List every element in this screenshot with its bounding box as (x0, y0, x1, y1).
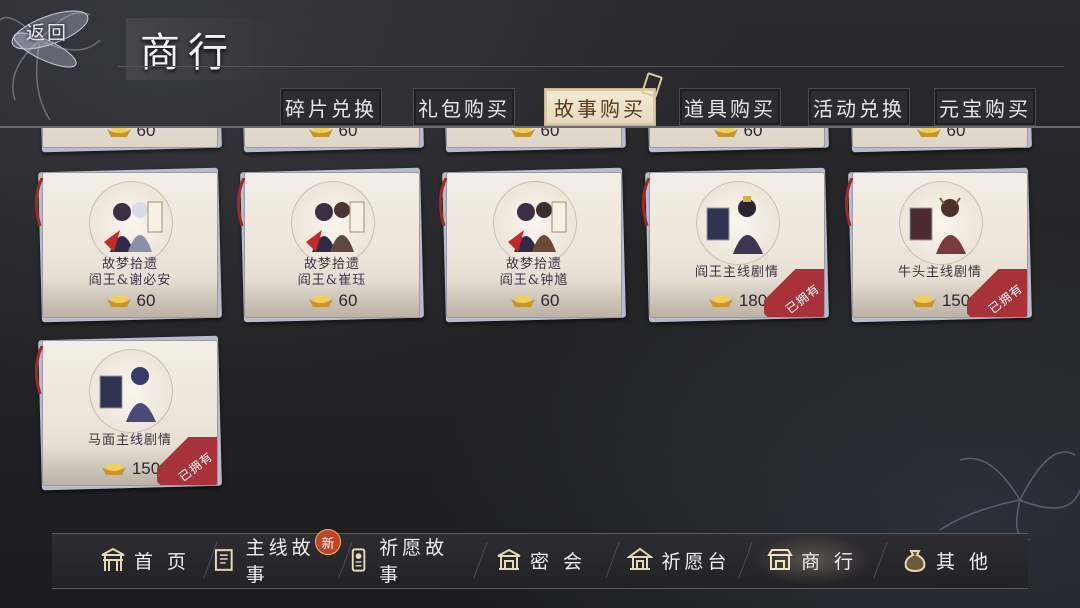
ribbon-icon (439, 178, 448, 226)
tab-gift-pack[interactable]: 礼包购买 (413, 88, 515, 126)
shrine-icon (627, 547, 654, 570)
pavilion-icon (497, 548, 521, 570)
talisman-icon (351, 548, 366, 572)
back-button[interactable]: 返回 (0, 0, 112, 96)
gold-ingot-icon (101, 463, 126, 475)
product-card-partial[interactable]: 60 (240, 128, 424, 153)
ribbon-icon (642, 178, 651, 226)
owned-badge: 已拥有 (967, 269, 1027, 317)
pouch-icon (904, 550, 926, 573)
shop-icon (767, 549, 793, 570)
tab-story-purchase[interactable]: 故事购买 (544, 88, 656, 126)
ribbon-icon (35, 346, 44, 394)
gold-ingot-icon (911, 295, 936, 307)
nav-home[interactable]: 首 页 (90, 535, 200, 585)
price-value: 60 (338, 128, 358, 140)
character-book-icon (909, 197, 966, 254)
product-card-yanwang-xiebian[interactable]: 故梦拾遗 阎王&谢必安 60 (35, 167, 222, 323)
item-title: 故梦拾遗 (101, 257, 158, 272)
price-value: 60 (136, 128, 156, 140)
page-title: 商行 (140, 30, 236, 76)
product-card-partial[interactable]: 60 (848, 128, 1032, 153)
gold-ingot-icon (510, 295, 535, 307)
header-divider (118, 66, 1064, 67)
new-badge: 新 (315, 529, 341, 555)
ribbon-icon (35, 178, 44, 226)
back-label: 返回 (26, 22, 69, 44)
gold-ingot-icon (713, 128, 738, 137)
ribbon-icon (237, 178, 246, 226)
tab-item-purchase[interactable]: 道具购买 (679, 88, 781, 126)
product-card-yanwang-main-story[interactable]: 阎王主线剧情 180 已拥有 (642, 167, 829, 323)
gold-ingot-icon (106, 128, 131, 137)
price-value: 60 (946, 128, 966, 140)
gold-ingot-icon (510, 128, 535, 137)
price-value: 60 (136, 291, 156, 310)
product-card-partial[interactable]: 60 (442, 128, 626, 153)
lily-icon (11, 10, 89, 68)
product-card-partial[interactable]: 60 (38, 128, 222, 153)
ribbon-icon (845, 178, 854, 226)
book-icon (214, 549, 233, 571)
price-value: 60 (338, 291, 358, 310)
item-subtitle: 阎王&崔珏 (297, 273, 367, 288)
owned-badge: 已拥有 (157, 437, 217, 485)
character-duo-icon (104, 201, 163, 252)
character-duo-icon (508, 201, 567, 252)
gold-ingot-icon (106, 295, 131, 307)
price-value: 150 (941, 291, 971, 310)
price-value: 60 (540, 128, 560, 140)
nav-wish-story[interactable]: 祈愿故事 (346, 535, 468, 586)
product-card-partial[interactable]: 60 (645, 128, 829, 153)
item-title: 故梦拾遗 (303, 257, 360, 272)
character-book-icon (706, 196, 763, 254)
character-portrait (696, 181, 780, 265)
nav-shop[interactable]: 商 行 (752, 535, 872, 585)
gold-ingot-icon (916, 128, 941, 137)
nav-secret-meeting[interactable]: 密 会 (486, 535, 596, 585)
gold-ingot-icon (308, 128, 333, 137)
product-card-niutou-main-story[interactable]: 牛头主线剧情 150 已拥有 (845, 167, 1032, 323)
character-duo-icon (306, 201, 365, 252)
character-book-icon (99, 367, 156, 422)
gate-icon (101, 547, 125, 571)
gold-ingot-icon (308, 295, 333, 307)
character-portrait (89, 349, 173, 433)
product-grid[interactable]: 60 60 60 60 60 故梦拾遗 阎王&谢必安 60 故梦拾遗 阎王&崔珏… (0, 128, 1080, 528)
item-subtitle: 阎王&谢必安 (88, 273, 172, 288)
product-card-yanwang-cuijue[interactable]: 故梦拾遗 阎王&崔珏 60 (237, 167, 424, 323)
character-portrait (899, 181, 983, 265)
price-value: 60 (743, 128, 763, 140)
tab-event-exchange[interactable]: 活动兑换 (808, 88, 910, 126)
nav-wish-altar[interactable]: 祈愿台 (620, 535, 738, 585)
character-portrait (493, 181, 577, 265)
tab-fragment-exchange[interactable]: 碎片兑换 (280, 88, 382, 126)
product-card-yanwang-zhongkui[interactable]: 故梦拾遗 阎王&钟馗 60 (439, 167, 626, 323)
gold-ingot-icon (708, 295, 733, 307)
character-portrait (291, 181, 375, 265)
character-portrait (89, 181, 173, 265)
price-value: 180 (738, 291, 768, 310)
item-title: 故梦拾遗 (505, 257, 562, 272)
price-value: 150 (131, 459, 161, 478)
owned-badge: 已拥有 (764, 269, 824, 317)
price-value: 60 (540, 291, 560, 310)
nav-other[interactable]: 其 他 (892, 535, 1002, 585)
item-subtitle: 阎王&钟馗 (499, 273, 569, 288)
product-card-mamian-main-story[interactable]: 马面主线剧情 150 已拥有 (35, 335, 222, 491)
tab-yuanbao-purchase[interactable]: 元宝购买 (934, 88, 1036, 126)
